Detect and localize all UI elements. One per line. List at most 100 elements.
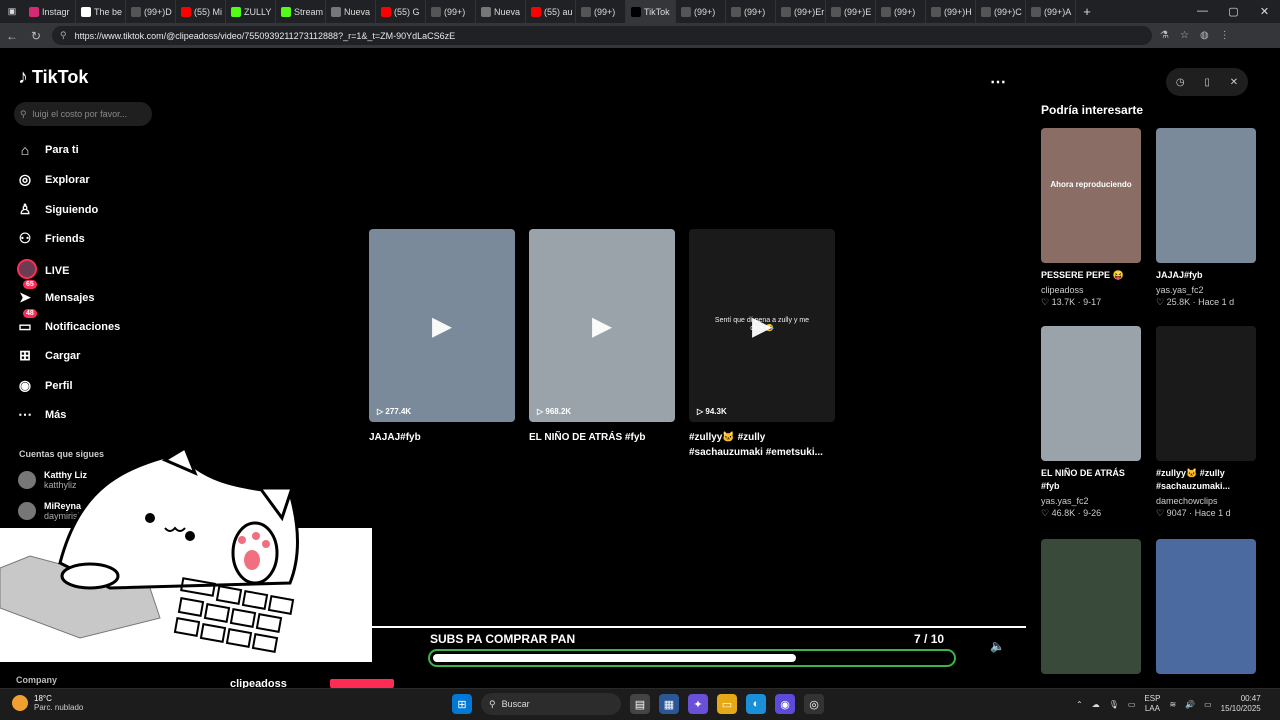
battery-icon[interactable]: ▭ (1204, 700, 1212, 709)
reload-icon[interactable]: ↻ (24, 29, 48, 43)
menu-icon[interactable]: ⋮ (1220, 30, 1230, 41)
browser-tab[interactable]: Stream (276, 0, 326, 23)
url-field[interactable]: ⚲ https://www.tiktok.com/@clipeadoss/vid… (52, 26, 1152, 45)
tab-menu-icon[interactable]: ▣ (0, 6, 24, 17)
video-card[interactable]: ▶ ▷ 277.4K JAJAJ#fyb (369, 229, 515, 445)
store-icon[interactable]: ▦ (659, 694, 679, 714)
tab-favicon-icon (281, 6, 291, 17)
sidebar-item-live[interactable]: LIVE (17, 259, 69, 282)
more-options-icon[interactable]: ⋯ (990, 72, 1006, 92)
browser-tab[interactable]: Nueva (326, 0, 376, 23)
browser-tab[interactable]: (99+)A (1026, 0, 1076, 23)
tab-favicon-icon (981, 6, 991, 17)
recommended-video[interactable]: Ahora reproduciendo PESSERE PEPE 😝 clipead… (1041, 128, 1141, 308)
browser-tab[interactable]: (55) au (526, 0, 576, 23)
video-card[interactable]: Sentí que dí pena a zully y me dice 😂 ▶ ▷ … (689, 229, 835, 460)
browser-tab[interactable]: Nueva (476, 0, 526, 23)
start-icon[interactable]: ⊞ (452, 694, 472, 714)
sidebar-item-perfil[interactable]: ◉ Perfil (17, 377, 73, 394)
language-indicator[interactable]: ESP LAA (1144, 694, 1160, 713)
footer-company[interactable]: Company (16, 675, 57, 685)
bookmark-icon[interactable]: ☆ (1180, 30, 1189, 41)
browser-tab[interactable]: The be (76, 0, 126, 23)
browser-tab[interactable]: (99+)Er (776, 0, 826, 23)
search-input[interactable]: ⚲ luigi el costo por favor... (14, 102, 152, 126)
cloud-icon[interactable]: ☁ (1092, 700, 1100, 709)
recommended-video[interactable] (1041, 539, 1141, 674)
sidebar-item-mensajes[interactable]: ➤ 65 Mensajes (17, 280, 95, 306)
edge-icon[interactable]: ◐ (746, 694, 766, 714)
browser-tab[interactable]: (99+) (876, 0, 926, 23)
tab-label: (99+) (444, 6, 466, 17)
sidebar-item-cargar[interactable]: ⊞ Cargar (17, 347, 80, 364)
sidebar-item-siguiendo[interactable]: ♙ Siguiendo (17, 201, 98, 218)
file-explorer-icon[interactable]: ▭ (717, 694, 737, 714)
extension-icon[interactable]: ⚗ (1160, 30, 1169, 41)
recommended-thumbnail[interactable] (1041, 539, 1141, 674)
recommended-thumbnail[interactable]: Ahora reproduciendo (1041, 128, 1141, 263)
windows-taskbar: 18°C Parc. nublado ⊞ ⚲ Buscar ▤ ▦ ✦ ▭ ◐ … (0, 688, 1280, 720)
chevron-up-icon[interactable]: ⌃ (1076, 700, 1083, 709)
recommended-video[interactable]: JAJAJ#fyb yas.yas_fc2 ♡ 25.8K · Hace 1 d (1156, 128, 1256, 308)
network-icon[interactable]: ▭ (1128, 700, 1136, 709)
video-thumbnail[interactable]: ▶ ▷ 968.2K (529, 229, 675, 422)
browser-tab[interactable]: (99+)C (976, 0, 1026, 23)
browser-tab[interactable]: (99+) (576, 0, 626, 23)
sidebar-item-notificaciones[interactable]: ▭ 48 Notificaciones (17, 309, 120, 335)
recommended-thumbnail[interactable] (1156, 326, 1256, 461)
recommended-video[interactable] (1156, 539, 1256, 674)
collapse-icon[interactable]: ✕ (1230, 77, 1238, 88)
mic-icon[interactable]: 🎙 (1109, 700, 1119, 709)
browser-tab[interactable]: (99+) (726, 0, 776, 23)
friends-icon: ⚇ (18, 230, 32, 246)
browser-tab[interactable]: (55) G (376, 0, 426, 23)
sidebar-item-para-ti[interactable]: ⌂ Para ti (17, 142, 79, 158)
recommended-thumbnail[interactable] (1041, 326, 1141, 461)
volume-icon[interactable]: 🔈 (990, 639, 1005, 653)
sidebar-item-friends[interactable]: ⚇ Friends (17, 230, 85, 247)
browser-tab[interactable]: ZULLY (226, 0, 276, 23)
minimize-button[interactable]: — (1187, 5, 1218, 18)
recommended-user: damechowclips (1156, 496, 1218, 507)
app-icon[interactable]: ◉ (775, 694, 795, 714)
browser-tab[interactable]: (99+) (426, 0, 476, 23)
browser-tab[interactable]: (99+) (676, 0, 726, 23)
browser-tab[interactable]: TikTok (626, 0, 676, 23)
wifi-icon[interactable]: ≋ (1169, 700, 1176, 709)
recommended-thumbnail[interactable] (1156, 128, 1256, 263)
taskbar-search[interactable]: ⚲ Buscar (481, 693, 621, 715)
copilot-icon[interactable]: ✦ (688, 694, 708, 714)
chrome-icon[interactable]: ◎ (804, 694, 824, 714)
new-tab-button[interactable]: + (1076, 4, 1098, 19)
browser-tab[interactable]: (99+)D (126, 0, 176, 23)
inbox-icon: ▭ 48 (17, 309, 37, 335)
recommended-video[interactable]: #zullyy🐱 #zully #sachauzumaki... damechow… (1156, 326, 1256, 519)
sidebar-item-más[interactable]: ⋯ Más (17, 406, 66, 423)
back-icon[interactable]: ← (0, 29, 24, 43)
sidebar-item-explorar[interactable]: ◎ Explorar (17, 171, 90, 188)
browser-tab[interactable]: (99+)E (826, 0, 876, 23)
recommended-thumbnail[interactable] (1156, 539, 1256, 674)
browser-tab[interactable]: Instagr (24, 0, 76, 23)
speaker-icon[interactable]: 🔊 (1185, 700, 1195, 709)
maximize-button[interactable]: ▢ (1218, 5, 1249, 18)
phone-icon[interactable]: ▯ (1204, 77, 1210, 88)
tiktok-logo[interactable]: ♪ TikTok (18, 66, 88, 89)
browser-tab[interactable]: (99+)H (926, 0, 976, 23)
video-thumbnail[interactable]: Sentí que dí pena a zully y me dice 😂 ▶ ▷ … (689, 229, 835, 422)
compass-icon[interactable]: ◷ (1176, 77, 1185, 88)
video-thumbnail[interactable]: ▶ ▷ 277.4K (369, 229, 515, 422)
tiktok-note-icon: ♪ (18, 66, 28, 88)
recommended-video[interactable]: EL NIÑO DE ATRÁS #fyb yas.yas_fc2 ♡ 46.8K … (1041, 326, 1141, 519)
browser-tab[interactable]: (55) Mi (176, 0, 226, 23)
close-window-button[interactable]: ✕ (1249, 5, 1280, 18)
task-view-icon[interactable]: ▤ (630, 694, 650, 714)
site-info-icon[interactable]: ⚲ (60, 30, 67, 41)
video-card[interactable]: ▶ ▷ 968.2K EL NIÑO DE ATRÁS #fyb (529, 229, 675, 445)
tab-label: (99+) (594, 6, 616, 17)
clock[interactable]: 00:47 15/10/2025 (1221, 694, 1261, 714)
tab-label: (99+) (694, 6, 716, 17)
follow-button[interactable] (330, 679, 394, 688)
profile-icon[interactable]: ◍ (1200, 30, 1209, 41)
weather-widget[interactable]: 18°C Parc. nublado (12, 694, 83, 712)
